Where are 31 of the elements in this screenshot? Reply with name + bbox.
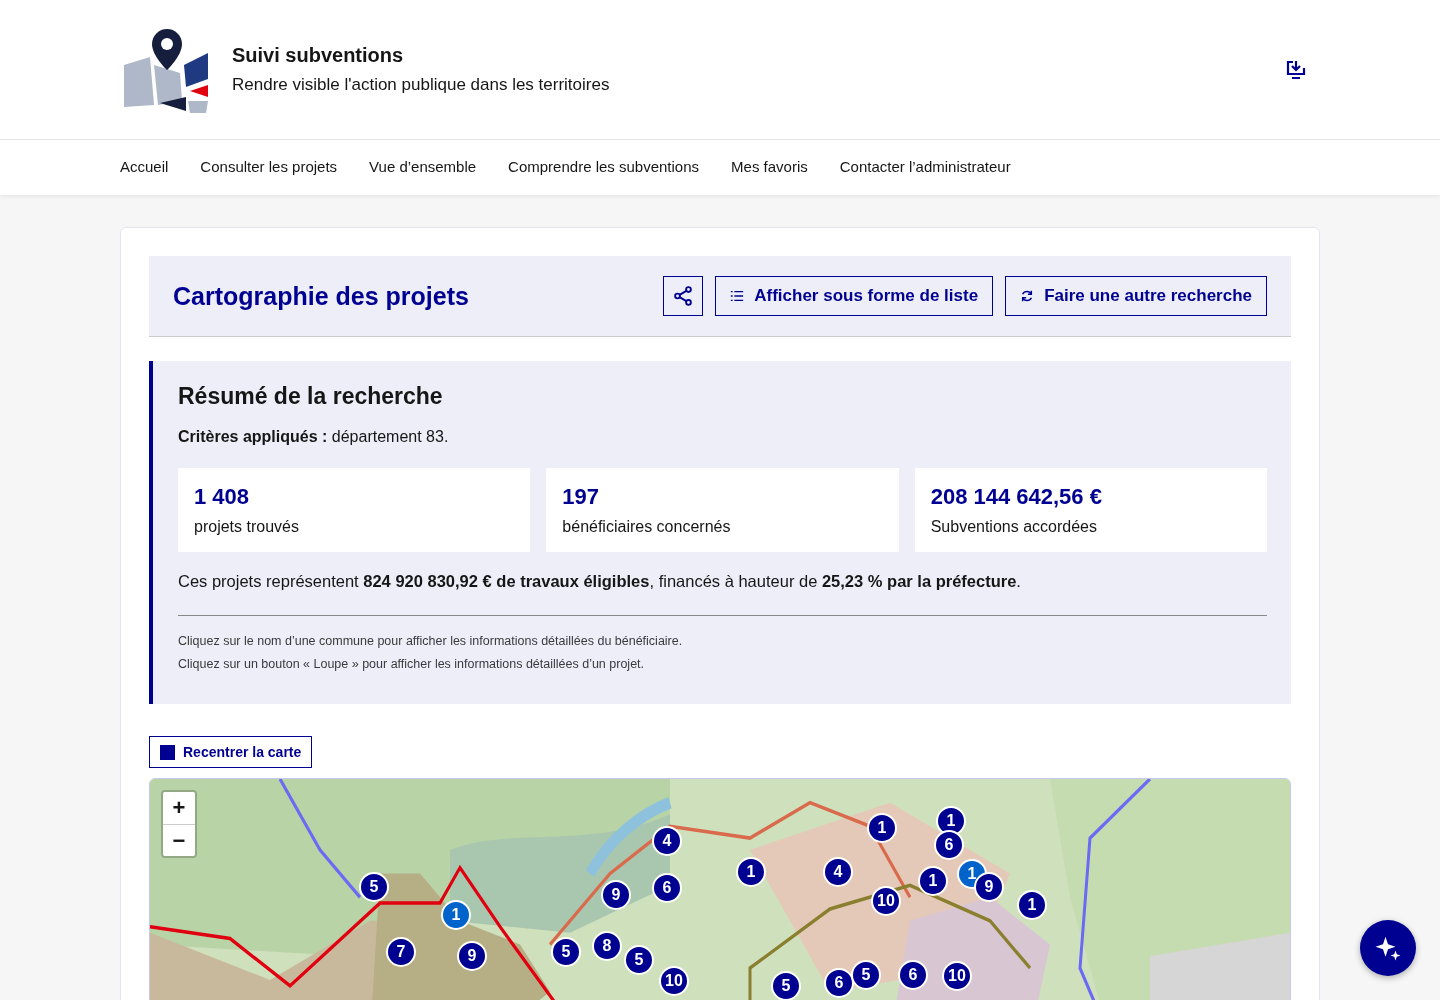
help-note: Cliquez sur le nom d’une commune pour afficher les informations détaillées du bénéficiaire. xyxy=(178,634,684,648)
stat-label: bénéficiaires concernés xyxy=(562,518,732,536)
help-note: Cliquez sur un bouton « Loupe » pour afficher les informations détaillées d’un projet. xyxy=(178,657,646,671)
square-icon xyxy=(160,744,175,760)
zoom-in-button[interactable]: + xyxy=(163,792,195,824)
nav-link[interactable]: Consulter les projets xyxy=(200,154,338,181)
share-button[interactable] xyxy=(663,276,704,316)
nav-link[interactable]: Vue d’ensemble xyxy=(369,154,477,181)
nav-link[interactable]: Mes favoris xyxy=(731,154,808,181)
page-title: Cartographie des projets xyxy=(173,281,469,311)
list-view-button[interactable]: Afficher sous forme de liste xyxy=(715,276,994,316)
zoom-out-button[interactable]: − xyxy=(163,824,195,856)
stat-value: 197 xyxy=(562,484,601,510)
criteria-text: Critères appliqués : département 83. xyxy=(178,428,450,446)
nav-link[interactable]: Comprendre les subventions xyxy=(508,154,700,181)
list-icon xyxy=(730,289,745,303)
nav-link[interactable]: Accueil xyxy=(120,154,169,181)
nav-link[interactable]: Contacter l’administrateur xyxy=(839,154,1011,181)
summary-title: Résumé de la recherche xyxy=(178,383,444,410)
assistant-button[interactable] xyxy=(1360,920,1416,976)
new-search-button[interactable]: Faire une autre recherche xyxy=(1005,276,1267,316)
stat-label: Subventions accordées xyxy=(930,518,1098,536)
site-tagline: Rendre visible l'action publique dans les territoires xyxy=(232,75,610,95)
recenter-button[interactable]: Recentrer la carte xyxy=(149,736,313,768)
stat-value: 1 408 xyxy=(194,484,251,510)
stat-label: projets trouvés xyxy=(194,518,300,536)
site-title: Suivi subventions xyxy=(232,44,405,67)
share-icon xyxy=(672,285,695,307)
summary-sentence: Ces projets représentent 824 920 830,92 € de travaux éligibles, financés à hauteur de 25,23 % par la préfecture. xyxy=(178,572,1022,591)
stat-value: 208 144 642,56 € xyxy=(930,484,1103,510)
refresh-icon xyxy=(1020,289,1035,303)
